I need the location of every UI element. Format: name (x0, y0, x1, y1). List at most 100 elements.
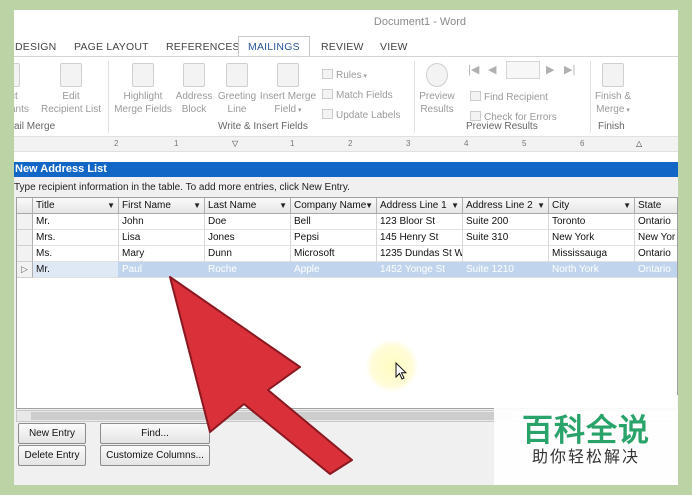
column-header-label: Address Line 1 (380, 200, 447, 211)
delete-entry-button[interactable]: Delete Entry (18, 445, 86, 466)
tab-page-layout[interactable]: PAGE LAYOUT (74, 37, 149, 57)
table-cell[interactable]: 1235 Dundas St W (377, 246, 463, 262)
row-selector[interactable] (17, 246, 33, 262)
preview-results-icon (426, 63, 448, 87)
new-entry-label: New Entry (28, 428, 76, 439)
highlight-merge-fields-button[interactable]: Highlight Merge Fields (112, 63, 174, 116)
record-number-input[interactable] (506, 61, 540, 79)
tab-review[interactable]: REVIEW (321, 37, 364, 57)
ruler-indent-marker[interactable]: ▽ (232, 139, 238, 148)
table-cell[interactable]: Ontario (635, 262, 677, 278)
select-recipients-icon (14, 63, 20, 87)
first-record-icon[interactable]: |◀ (468, 63, 479, 76)
preview-results-button[interactable]: Preview Results (416, 63, 458, 116)
match-fields-button[interactable]: Match Fields (322, 89, 393, 102)
preview-results-label-1: Preview (419, 91, 455, 102)
table-cell[interactable]: Toronto (549, 214, 635, 230)
group-start-mail-merge: ail Merge (14, 121, 56, 132)
ruler-number: 5 (522, 139, 527, 148)
dropdown-arrow-icon[interactable]: ▼ (623, 198, 631, 213)
ruler-number: 6 (580, 139, 585, 148)
tab-view[interactable]: VIEW (380, 37, 408, 57)
new-entry-button[interactable]: New Entry (18, 423, 86, 444)
table-cell[interactable]: Bell (291, 214, 377, 230)
greeting-line-label-2: Line (227, 104, 247, 115)
last-record-icon[interactable]: ▶| (564, 63, 575, 76)
table-cell[interactable]: Suite 200 (463, 214, 549, 230)
address-block-button[interactable]: Address Block (174, 63, 214, 116)
column-header[interactable]: Last Name ▼ (205, 198, 291, 214)
table-cell[interactable]: John (119, 214, 205, 230)
table-cell[interactable]: Microsoft (291, 246, 377, 262)
red-arrow-icon (169, 276, 353, 475)
column-header[interactable]: Company Name ▼ (291, 198, 377, 214)
dropdown-arrow-icon[interactable]: ▼ (107, 198, 115, 213)
column-header[interactable]: Address Line 1 ▼ (377, 198, 463, 214)
table-cell[interactable]: Mississauga (549, 246, 635, 262)
column-header-label: City (552, 200, 570, 211)
table-cell[interactable]: North York (549, 262, 635, 278)
table-cell[interactable]: Mr. (33, 262, 119, 278)
dropdown-arrow-icon[interactable]: ▼ (279, 198, 287, 213)
find-recipient-icon (470, 91, 481, 101)
dropdown-arrow-icon[interactable]: ▼ (193, 198, 201, 213)
corner-header (17, 198, 33, 214)
column-header[interactable]: City ▼ (549, 198, 635, 214)
column-header-label: Company Name (294, 200, 367, 211)
table-cell[interactable]: 123 Bloor St (377, 214, 463, 230)
table-cell[interactable]: Lisa (119, 230, 205, 246)
row-selector[interactable] (17, 230, 33, 246)
table-cell[interactable]: Jones (205, 230, 291, 246)
tab-references[interactable]: REFERENCES (166, 37, 240, 57)
cursor-highlight (366, 340, 418, 392)
address-block-label-2: Block (181, 104, 207, 115)
ruler-right-indent-marker[interactable]: △ (636, 139, 642, 148)
table-cell[interactable]: Ms. (33, 246, 119, 262)
column-header[interactable]: Title ▼ (33, 198, 119, 214)
table-cell[interactable] (463, 246, 549, 262)
previous-record-icon[interactable]: ◀ (488, 63, 496, 76)
table-cell[interactable]: New York (549, 230, 635, 246)
table-cell[interactable]: Doe (205, 214, 291, 230)
table-cell[interactable]: Ontario (635, 214, 677, 230)
group-finish: Finish (598, 121, 625, 132)
table-cell[interactable]: Pepsi (291, 230, 377, 246)
column-header[interactable]: First Name ▼ (119, 198, 205, 214)
insert-merge-field-button[interactable]: Insert Merge Field ▾ (258, 63, 318, 117)
greeting-line-button[interactable]: Greeting Line (215, 63, 259, 116)
next-record-icon[interactable]: ▶ (546, 63, 554, 76)
table-cell[interactable]: Dunn (205, 246, 291, 262)
column-header[interactable]: Address Line 2 ▼ (463, 198, 549, 214)
find-recipient-button[interactable]: Find Recipient (470, 91, 548, 104)
table-cell[interactable]: 1452 Yonge St (377, 262, 463, 278)
greeting-line-icon (226, 63, 248, 87)
table-cell[interactable]: Mrs. (33, 230, 119, 246)
column-header-label: Address Line 2 (466, 200, 533, 211)
row-pointer-icon[interactable]: ▷ (17, 262, 33, 278)
select-recipients-button[interactable]: ct ants (14, 63, 29, 116)
column-header-label: Title (36, 200, 55, 211)
table-cell[interactable]: New Yor (635, 230, 677, 246)
table-cell[interactable]: Mary (119, 246, 205, 262)
watermark: 百科全说 助你轻松解决 (494, 395, 678, 485)
update-labels-button[interactable]: Update Labels (322, 109, 401, 122)
table-cell[interactable]: Suite 310 (463, 230, 549, 246)
column-header[interactable]: State (635, 198, 677, 214)
ruler-number: 4 (464, 139, 469, 148)
edit-recipient-list-button[interactable]: Edit Recipient List (38, 63, 104, 116)
insert-merge-field-label-2: Field (274, 104, 297, 115)
table-cell[interactable]: 145 Henry St (377, 230, 463, 246)
row-selector[interactable] (17, 214, 33, 230)
dropdown-arrow-icon[interactable]: ▼ (537, 198, 545, 213)
table-cell[interactable]: Ontario (635, 246, 677, 262)
table-cell[interactable]: Mr. (33, 214, 119, 230)
dropdown-arrow-icon[interactable]: ▼ (451, 198, 459, 213)
rules-button[interactable]: Rules ▾ (322, 69, 367, 83)
table-cell[interactable]: Suite 1210 (463, 262, 549, 278)
tab-mailings[interactable]: MAILINGS (238, 36, 310, 57)
dropdown-arrow-icon[interactable]: ▼ (365, 198, 373, 213)
tab-design[interactable]: DESIGN (15, 37, 56, 57)
finish-merge-button[interactable]: Finish & Merge ▾ (592, 63, 634, 117)
ruler-number: 2 (114, 139, 119, 148)
find-recipient-label: Find Recipient (484, 92, 548, 103)
